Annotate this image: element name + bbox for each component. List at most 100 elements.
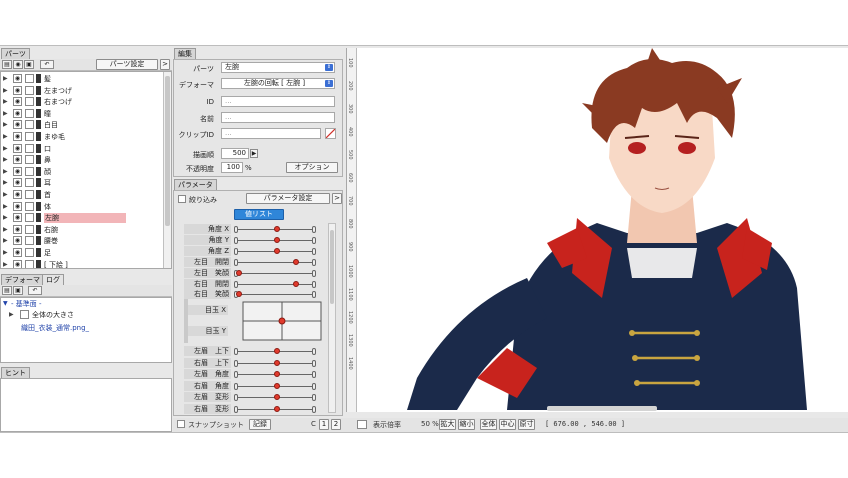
zoom-out-button[interactable]: 縮小: [458, 419, 475, 430]
parameter-key-max[interactable]: [312, 226, 316, 233]
parts-scrollbar[interactable]: [163, 72, 171, 268]
filter-checkbox[interactable]: [178, 195, 186, 203]
center-button[interactable]: 中心: [499, 419, 516, 430]
parameter-key-max[interactable]: [312, 291, 316, 299]
parameter-key-max[interactable]: [312, 406, 316, 413]
eye-icon[interactable]: ◉: [13, 74, 22, 83]
parameter-key-min[interactable]: [234, 359, 238, 367]
clip-id-field[interactable]: ...: [221, 128, 321, 139]
eye-icon[interactable]: ◉: [13, 120, 22, 130]
parameter-knob[interactable]: [274, 348, 280, 354]
part-row[interactable]: ▶ ◉ [ 下絵 ]: [1, 259, 161, 268]
lock-checkbox[interactable]: [25, 155, 34, 165]
tab-parameter[interactable]: パラメータ: [174, 179, 217, 190]
eye-icon[interactable]: ◉: [13, 132, 22, 141]
canvas-area[interactable]: 100 200 300 400 500 600 700 800 900 1000 1100 1200 1…: [346, 48, 848, 412]
parameter-knob[interactable]: [293, 258, 299, 265]
eye-xy-pad[interactable]: [242, 301, 322, 341]
expand-arrow-icon[interactable]: ▶: [3, 237, 8, 244]
tab-parts[interactable]: パーツ: [1, 48, 30, 59]
parameter-knob[interactable]: [274, 371, 280, 378]
snapshot-checkbox[interactable]: [177, 420, 185, 428]
expand-arrow-icon[interactable]: ▶: [3, 191, 8, 198]
part-row[interactable]: ▶ ◉ 鼻: [1, 154, 161, 166]
parameter-knob[interactable]: [293, 280, 299, 287]
lock-checkbox[interactable]: [25, 108, 34, 118]
parameter-key-max[interactable]: [312, 280, 316, 288]
eye-icon[interactable]: ◉: [13, 190, 22, 199]
parameter-knob[interactable]: [274, 247, 280, 254]
lock-checkbox[interactable]: [25, 224, 34, 234]
opacity-field[interactable]: 100: [221, 162, 243, 173]
parameter-key-min[interactable]: [234, 382, 238, 390]
deformer-select[interactable]: 左腕の回転 [ 左腕 ] ⇕: [221, 78, 335, 89]
parts-scroll-thumb[interactable]: [165, 76, 170, 226]
expand-arrow-icon[interactable]: ▶: [3, 226, 8, 233]
tab-hint[interactable]: ヒント: [1, 367, 30, 378]
parameter-scroll-thumb[interactable]: [330, 230, 334, 304]
part-row[interactable]: ▶ ◉ 首: [1, 189, 161, 201]
lock-checkbox[interactable]: [25, 236, 34, 246]
tree-child[interactable]: 全体の大きさ: [32, 310, 74, 320]
eye-icon[interactable]: ◉: [13, 85, 22, 95]
canvas-h-scrollbar[interactable]: [547, 406, 657, 411]
part-row[interactable]: ▶ ◉ 髪: [1, 73, 161, 85]
part-row[interactable]: ▶ ◉ 右まつげ: [1, 96, 161, 108]
deformer-checkbox[interactable]: [20, 310, 29, 319]
parts-expand-button[interactable]: >: [160, 59, 170, 70]
eye-icon[interactable]: ◉: [13, 248, 22, 257]
eye-icon[interactable]: ◉: [13, 259, 22, 268]
part-row[interactable]: ▶ ◉ 体: [1, 201, 161, 213]
parts-select[interactable]: 左腕 ⇕: [221, 62, 335, 73]
part-row[interactable]: ▶ ◉ 顔: [1, 166, 161, 178]
eye-icon[interactable]: ◉: [13, 166, 22, 176]
parameter-key-min[interactable]: [234, 394, 238, 402]
lock-icon[interactable]: ▣: [24, 60, 34, 69]
parameter-key-max[interactable]: [312, 236, 316, 244]
part-row[interactable]: ▶ ◉ 口: [1, 143, 161, 155]
name-field[interactable]: ...: [221, 112, 335, 123]
eye-icon[interactable]: ◉: [13, 213, 22, 223]
lock-checkbox[interactable]: [25, 74, 34, 83]
tab-log[interactable]: ログ: [42, 274, 64, 285]
undo-icon[interactable]: ↶: [40, 60, 54, 69]
expand-arrow-icon[interactable]: ▶: [3, 261, 8, 268]
draw-order-field[interactable]: 500: [221, 148, 249, 159]
parameter-key-max[interactable]: [312, 394, 316, 402]
parameter-key-min[interactable]: [234, 226, 238, 233]
part-row[interactable]: ▶ ◉ 足: [1, 247, 161, 259]
tree-collapse-icon[interactable]: ▼: [3, 300, 8, 307]
lock-checkbox[interactable]: [25, 97, 34, 107]
tree-expand-icon[interactable]: ▶: [9, 311, 14, 318]
expand-arrow-icon[interactable]: ▶: [3, 168, 8, 175]
parameter-knob[interactable]: [236, 291, 242, 298]
part-row[interactable]: ▶ ◉ 瞳: [1, 108, 161, 120]
record-button[interactable]: 記録: [249, 419, 271, 430]
parameter-key-min[interactable]: [234, 371, 238, 379]
expand-arrow-icon[interactable]: ▶: [3, 249, 8, 256]
lock-checkbox[interactable]: [25, 201, 34, 211]
eye-icon[interactable]: ◉: [13, 97, 22, 107]
tree-file[interactable]: 織田_衣装_通常.png_: [21, 323, 89, 333]
expand-arrow-icon[interactable]: ▶: [3, 75, 8, 82]
tab-edit[interactable]: 編集: [174, 48, 196, 59]
part-row[interactable]: ▶ ◉ 左まつげ: [1, 85, 161, 97]
eye-icon[interactable]: ◉: [13, 143, 22, 153]
parameter-knob[interactable]: [274, 394, 280, 401]
part-row[interactable]: ▶ ◉ 右腕: [1, 224, 161, 236]
draw-order-arrow-icon[interactable]: ▶: [250, 149, 258, 158]
lock-checkbox[interactable]: [25, 213, 34, 223]
parameter-knob[interactable]: [274, 382, 280, 389]
expand-arrow-icon[interactable]: ▶: [3, 145, 8, 152]
parameter-track[interactable]: [236, 294, 316, 296]
parts-settings-button[interactable]: パーツ設定: [96, 59, 158, 70]
expand-arrow-icon[interactable]: ▶: [3, 98, 8, 105]
lock-checkbox[interactable]: [25, 178, 34, 188]
eye-toggle-icon[interactable]: ◉: [13, 60, 23, 69]
expand-arrow-icon[interactable]: ▶: [3, 87, 8, 94]
expand-all-icon[interactable]: ▤: [2, 286, 12, 295]
part-row[interactable]: ▶ ◉ 白目: [1, 119, 161, 131]
expand-all-icon[interactable]: ▤: [2, 60, 12, 69]
lock-checkbox[interactable]: [25, 85, 34, 95]
value-list-button[interactable]: 値リスト: [234, 209, 284, 220]
